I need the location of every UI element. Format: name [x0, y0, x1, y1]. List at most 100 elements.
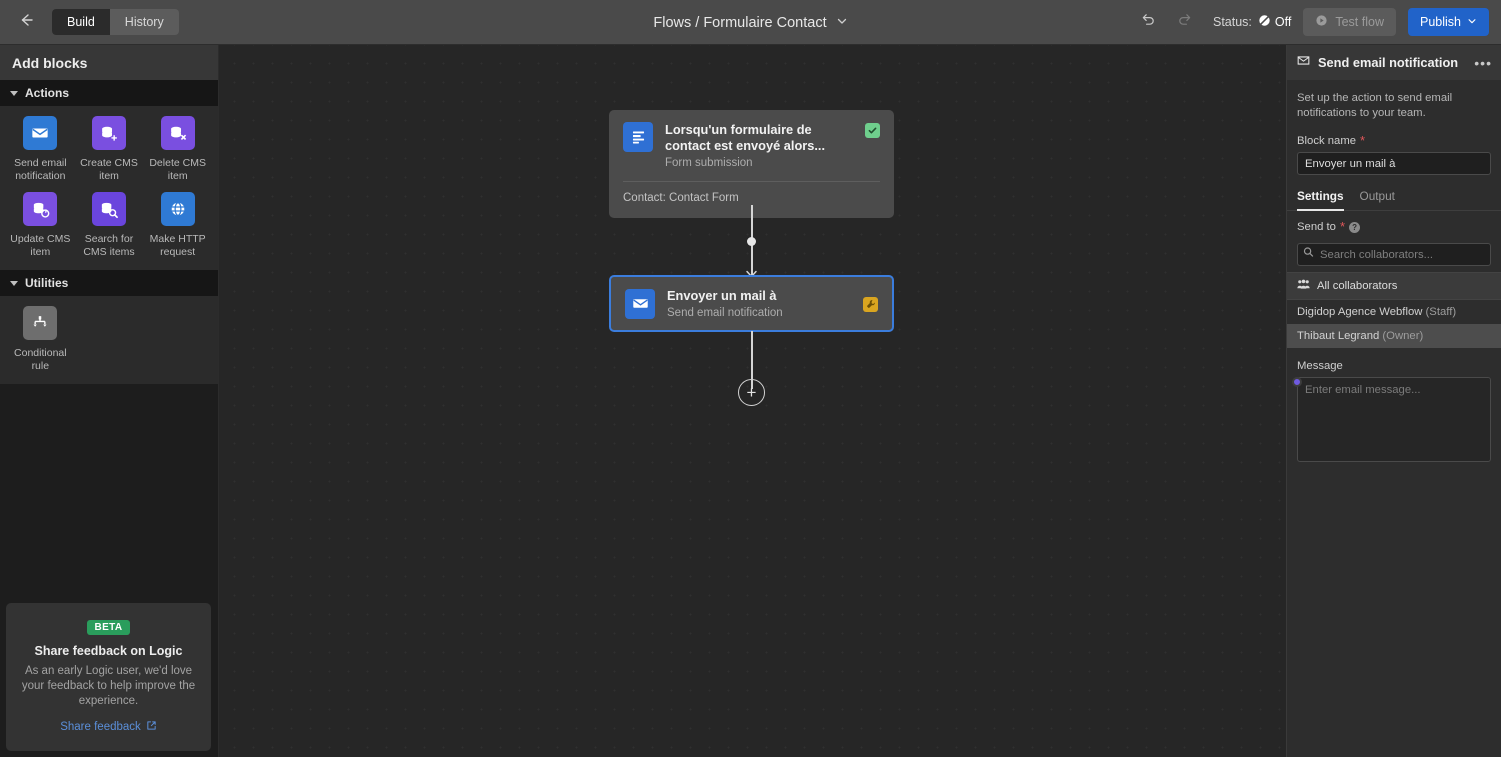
- block-label: Delete CMS item: [149, 157, 206, 182]
- beta-badge: BETA: [87, 620, 130, 635]
- block-label: Send email notification: [14, 157, 67, 182]
- panel-header: Send email notification •••: [1287, 45, 1501, 80]
- block-settings-panel: Send email notification ••• Set up the a…: [1286, 45, 1501, 757]
- build-history-toggle: Build History: [52, 9, 179, 35]
- message-textarea[interactable]: [1297, 377, 1491, 462]
- question-circle-icon[interactable]: ?: [1349, 221, 1361, 233]
- option-all-collaborators[interactable]: All collaborators: [1287, 272, 1501, 300]
- logic-flow-editor: Build History Flows / Formulaire Contact: [0, 0, 1501, 757]
- external-link-icon: [146, 720, 157, 734]
- collaborator-row[interactable]: Thibaut Legrand (Owner): [1287, 324, 1501, 348]
- undo-button[interactable]: [1137, 10, 1161, 34]
- tab-history[interactable]: History: [110, 9, 179, 35]
- block-label: Make HTTP request: [149, 233, 206, 258]
- top-bar: Build History Flows / Formulaire Contact: [0, 0, 1501, 45]
- block-name-label: Block name *: [1297, 133, 1491, 148]
- block-label: Conditional rule: [14, 347, 67, 372]
- add-step-button[interactable]: +: [738, 379, 765, 406]
- block-conditional-rule[interactable]: Conditional rule: [6, 306, 75, 372]
- trigger-node[interactable]: Lorsqu'un formulaire de contact est envo…: [609, 110, 894, 218]
- play-circle-icon: [1315, 14, 1328, 30]
- editor-body: Add blocks Actions Send email notificati…: [0, 45, 1501, 757]
- back-button[interactable]: [14, 10, 38, 34]
- block-label: Create CMS item: [80, 157, 138, 182]
- search-icon: [1303, 247, 1314, 258]
- send-to-label: Send to * ?: [1297, 219, 1491, 234]
- collaborator-list: All collaborators Digidop Agence Webflow…: [1287, 272, 1501, 348]
- chevron-down-icon: [1467, 15, 1477, 29]
- message-field-group: Message: [1287, 360, 1501, 467]
- chevron-down-icon: [836, 14, 848, 32]
- trigger-node-meta: Contact: Contact Form: [623, 192, 739, 204]
- actions-block-grid: Send email notification Create CMS item: [0, 106, 218, 270]
- publish-button[interactable]: Publish: [1408, 8, 1489, 36]
- trigger-node-row: Lorsqu'un formulaire de contact est envo…: [623, 122, 880, 169]
- envelope-icon: [23, 116, 58, 150]
- feedback-title: Share feedback on Logic: [34, 644, 183, 658]
- no-entry-icon: [1258, 14, 1271, 30]
- test-flow-button[interactable]: Test flow: [1303, 8, 1396, 36]
- database-refresh-icon: [23, 192, 58, 226]
- undo-icon: [1141, 12, 1156, 32]
- trigger-node-subtitle: Form submission: [665, 157, 753, 169]
- ellipsis-icon[interactable]: •••: [1474, 56, 1492, 70]
- block-send-email-notification[interactable]: Send email notification: [6, 116, 75, 182]
- branch-icon: [23, 306, 58, 340]
- panel-tabs: Settings Output: [1287, 189, 1501, 211]
- collaborator-name: Thibaut Legrand: [1297, 330, 1380, 342]
- check-icon: [865, 123, 880, 138]
- form-icon: [623, 122, 653, 152]
- all-collaborators-label: All collaborators: [1317, 280, 1398, 292]
- trigger-node-title: Lorsqu'un formulaire de contact est envo…: [665, 122, 826, 153]
- action-node-send-email[interactable]: Envoyer un mail à Send email notificatio…: [609, 275, 894, 332]
- block-delete-cms-item[interactable]: Delete CMS item: [143, 116, 212, 182]
- block-create-cms-item[interactable]: Create CMS item: [75, 116, 144, 182]
- plus-icon: +: [746, 383, 757, 402]
- collaborator-row[interactable]: Digidop Agence Webflow (Staff): [1287, 300, 1501, 324]
- collaborator-search: [1297, 238, 1491, 266]
- chevron-down-icon: [10, 280, 18, 286]
- tab-output[interactable]: Output: [1360, 189, 1395, 210]
- status-badge: Off: [1258, 14, 1291, 30]
- sidebar-section-label: Utilities: [25, 276, 69, 290]
- sidebar-section-utilities[interactable]: Utilities: [0, 270, 218, 296]
- action-node-text: Envoyer un mail à Send email notificatio…: [667, 288, 851, 319]
- status-label: Status:: [1212, 15, 1252, 29]
- tab-build[interactable]: Build: [52, 9, 110, 35]
- collaborator-role: (Staff): [1425, 306, 1457, 318]
- database-x-icon: [160, 116, 195, 150]
- envelope-icon: [625, 288, 655, 319]
- connector-dot[interactable]: [747, 237, 756, 246]
- panel-body: Set up the action to send email notifica…: [1287, 80, 1501, 175]
- redo-button[interactable]: [1173, 10, 1197, 34]
- collaborator-role: (Owner): [1382, 330, 1424, 342]
- required-asterisk: *: [1339, 219, 1346, 234]
- add-blocks-sidebar: Add blocks Actions Send email notificati…: [0, 45, 219, 757]
- wrench-icon: [863, 296, 878, 312]
- flow-canvas[interactable]: Lorsqu'un formulaire de contact est envo…: [219, 45, 1286, 757]
- block-name-input[interactable]: [1297, 152, 1491, 175]
- collaborator-name: Digidop Agence Webflow: [1297, 306, 1423, 318]
- publish-label: Publish: [1420, 15, 1461, 29]
- block-search-for-cms-items[interactable]: Search for CMS items: [75, 192, 144, 258]
- chevron-down-icon: [10, 90, 18, 96]
- search-input[interactable]: [1297, 243, 1491, 266]
- status-value: Off: [1274, 15, 1292, 29]
- breadcrumb-flow-title[interactable]: Flows / Formulaire Contact: [653, 15, 826, 31]
- action-node-title: Envoyer un mail à: [667, 288, 777, 303]
- sidebar-section-actions[interactable]: Actions: [0, 80, 218, 106]
- send-to-label-text: Send to: [1297, 221, 1336, 233]
- variable-handle-icon[interactable]: [1292, 377, 1302, 387]
- flow-dropdown-button[interactable]: [836, 14, 848, 32]
- message-label: Message: [1297, 360, 1343, 372]
- status-indicator: Status: Off: [1213, 14, 1291, 30]
- block-make-http-request[interactable]: Make HTTP request: [143, 192, 212, 258]
- settings-body: Send to * ?: [1287, 211, 1501, 266]
- tab-settings[interactable]: Settings: [1297, 189, 1344, 211]
- top-bar-right: Status: Off Test flow Publish: [1137, 8, 1501, 36]
- share-feedback-link[interactable]: Share feedback: [60, 720, 157, 734]
- feedback-text: As an early Logic user, we'd love your f…: [21, 665, 196, 707]
- block-update-cms-item[interactable]: Update CMS item: [6, 192, 75, 258]
- envelope-icon: [1297, 54, 1310, 72]
- required-asterisk: *: [1360, 133, 1366, 148]
